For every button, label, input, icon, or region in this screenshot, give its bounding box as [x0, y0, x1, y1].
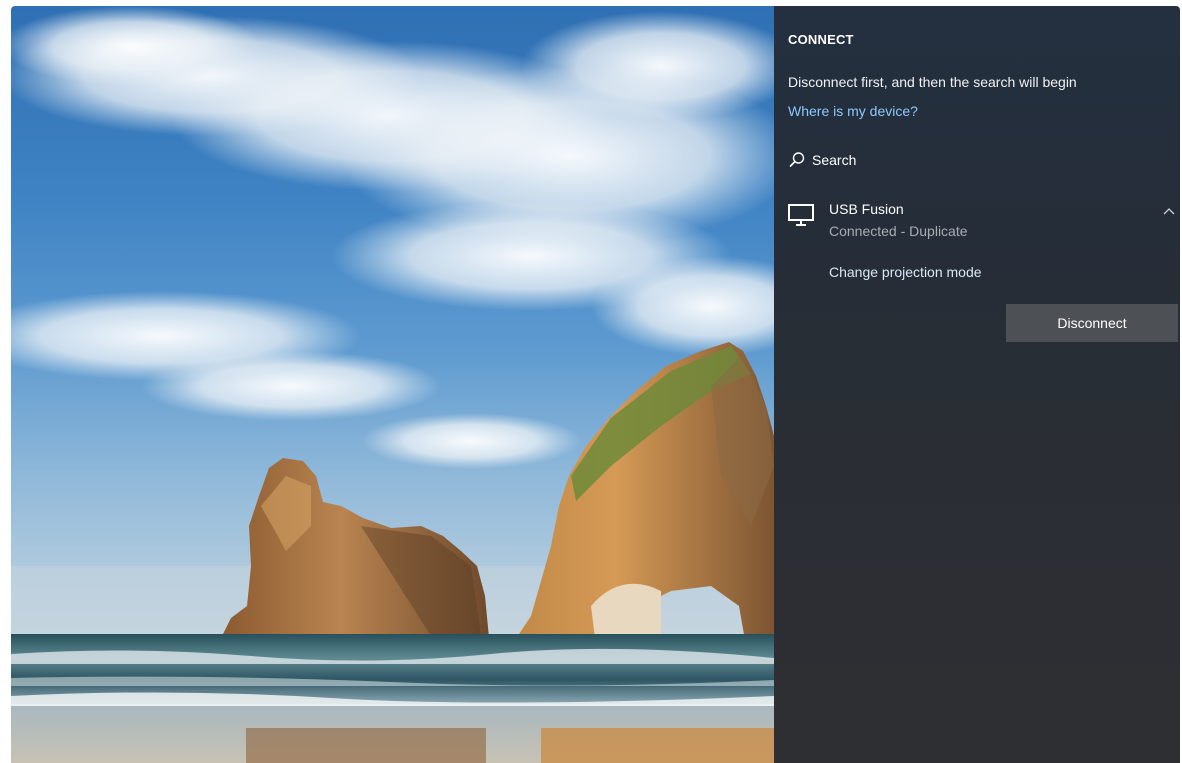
chevron-up-icon[interactable] — [1162, 204, 1176, 218]
monitor-icon — [788, 204, 814, 226]
search-label: Search — [812, 152, 857, 168]
desktop-screen: CONNECT Disconnect first, and then the s… — [11, 6, 1180, 763]
device-connection-state: Connected - Duplicate — [829, 223, 968, 239]
wallpaper-scene — [11, 6, 774, 763]
flyout-title: CONNECT — [788, 32, 854, 47]
device-name: USB Fusion — [829, 201, 904, 217]
search-status-text: Disconnect first, and then the search wi… — [788, 74, 1077, 90]
disconnect-button[interactable]: Disconnect — [1006, 304, 1178, 342]
change-projection-mode-link[interactable]: Change projection mode — [829, 264, 982, 280]
device-item-usb-fusion[interactable]: USB Fusion Connected - Duplicate — [788, 200, 1176, 244]
desktop-wallpaper — [11, 6, 774, 763]
search-icon — [789, 152, 805, 167]
search-button[interactable]: Search — [788, 149, 856, 171]
where-is-my-device-link[interactable]: Where is my device? — [788, 103, 918, 119]
connect-flyout: CONNECT Disconnect first, and then the s… — [774, 6, 1180, 763]
